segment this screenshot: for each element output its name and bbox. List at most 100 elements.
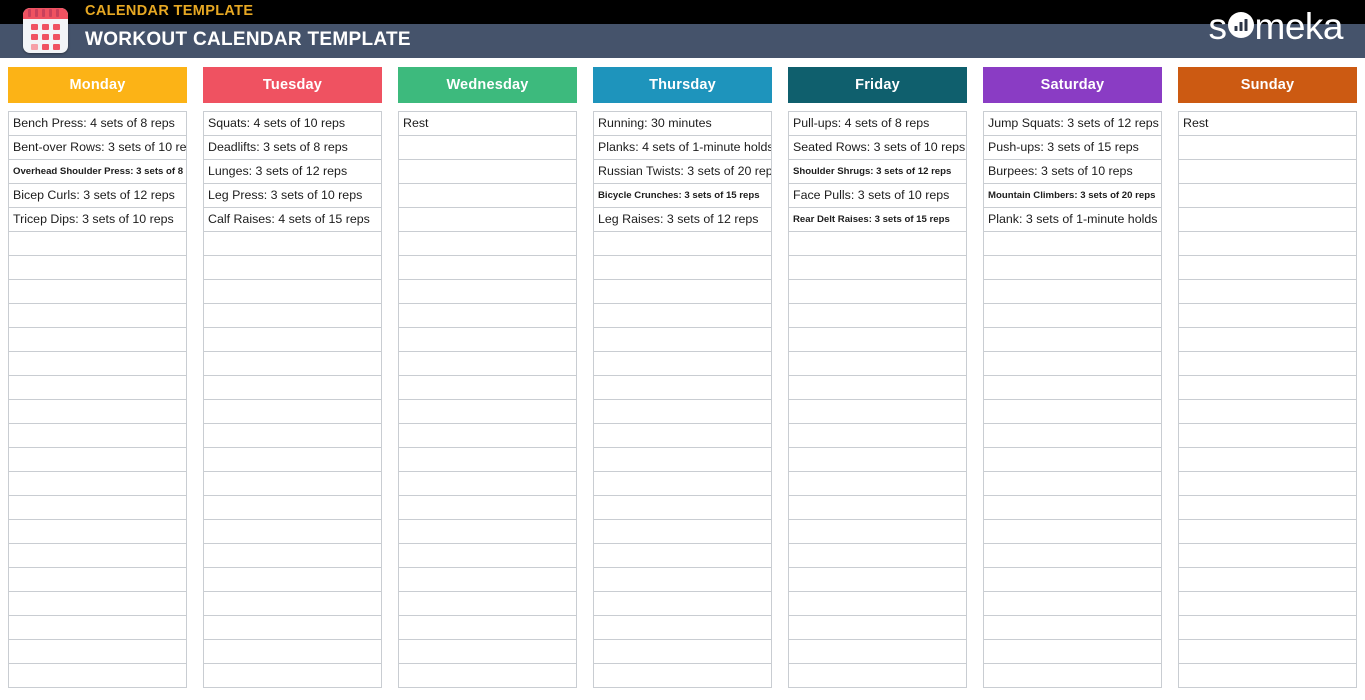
empty-cell[interactable] — [9, 471, 186, 495]
empty-cell[interactable] — [594, 255, 771, 279]
empty-cell[interactable] — [204, 231, 381, 255]
empty-cell[interactable] — [789, 351, 966, 375]
empty-cell[interactable] — [1179, 567, 1356, 591]
workout-entry-cell[interactable]: Rear Delt Raises: 3 sets of 15 reps — [789, 207, 966, 231]
empty-cell[interactable] — [594, 303, 771, 327]
workout-entry-cell[interactable]: Running: 30 minutes — [594, 111, 771, 135]
empty-cell[interactable] — [1179, 495, 1356, 519]
empty-cell[interactable] — [9, 567, 186, 591]
workout-entry-cell[interactable]: Face Pulls: 3 sets of 10 reps — [789, 183, 966, 207]
empty-cell[interactable] — [984, 663, 1161, 687]
empty-cell[interactable] — [1179, 591, 1356, 615]
empty-cell[interactable] — [789, 231, 966, 255]
empty-cell[interactable] — [1179, 375, 1356, 399]
empty-cell[interactable] — [984, 543, 1161, 567]
empty-cell[interactable] — [984, 639, 1161, 663]
empty-cell[interactable] — [984, 399, 1161, 423]
empty-cell[interactable] — [9, 495, 186, 519]
empty-cell[interactable] — [1179, 159, 1356, 183]
day-header-thursday[interactable]: Thursday — [593, 67, 772, 103]
empty-cell[interactable] — [984, 519, 1161, 543]
empty-cell[interactable] — [9, 399, 186, 423]
empty-cell[interactable] — [399, 423, 576, 447]
empty-cell[interactable] — [9, 351, 186, 375]
workout-entry-cell[interactable]: Bench Press: 4 sets of 8 reps — [9, 111, 186, 135]
empty-cell[interactable] — [9, 279, 186, 303]
empty-cell[interactable] — [204, 351, 381, 375]
empty-cell[interactable] — [399, 351, 576, 375]
empty-cell[interactable] — [789, 471, 966, 495]
workout-entry-cell[interactable]: Deadlifts: 3 sets of 8 reps — [204, 135, 381, 159]
workout-entry-cell[interactable]: Seated Rows: 3 sets of 10 reps — [789, 135, 966, 159]
empty-cell[interactable] — [1179, 135, 1356, 159]
empty-cell[interactable] — [399, 639, 576, 663]
empty-cell[interactable] — [1179, 303, 1356, 327]
empty-cell[interactable] — [1179, 543, 1356, 567]
empty-cell[interactable] — [984, 351, 1161, 375]
empty-cell[interactable] — [789, 543, 966, 567]
empty-cell[interactable] — [204, 567, 381, 591]
empty-cell[interactable] — [399, 303, 576, 327]
empty-cell[interactable] — [204, 591, 381, 615]
empty-cell[interactable] — [789, 615, 966, 639]
empty-cell[interactable] — [204, 423, 381, 447]
empty-cell[interactable] — [399, 231, 576, 255]
workout-entry-cell[interactable]: Plank: 3 sets of 1-minute holds — [984, 207, 1161, 231]
empty-cell[interactable] — [399, 615, 576, 639]
empty-cell[interactable] — [1179, 279, 1356, 303]
empty-cell[interactable] — [399, 447, 576, 471]
empty-cell[interactable] — [789, 423, 966, 447]
empty-cell[interactable] — [9, 255, 186, 279]
empty-cell[interactable] — [399, 567, 576, 591]
empty-cell[interactable] — [594, 567, 771, 591]
empty-cell[interactable] — [204, 639, 381, 663]
empty-cell[interactable] — [9, 591, 186, 615]
empty-cell[interactable] — [984, 447, 1161, 471]
workout-entry-cell[interactable]: Leg Raises: 3 sets of 12 reps — [594, 207, 771, 231]
empty-cell[interactable] — [1179, 255, 1356, 279]
workout-entry-cell[interactable]: Russian Twists: 3 sets of 20 reps — [594, 159, 771, 183]
empty-cell[interactable] — [204, 663, 381, 687]
empty-cell[interactable] — [204, 495, 381, 519]
workout-entry-cell[interactable]: Squats: 4 sets of 10 reps — [204, 111, 381, 135]
empty-cell[interactable] — [789, 399, 966, 423]
workout-entry-cell[interactable]: Bicep Curls: 3 sets of 12 reps — [9, 183, 186, 207]
empty-cell[interactable] — [399, 519, 576, 543]
empty-cell[interactable] — [594, 231, 771, 255]
empty-cell[interactable] — [1179, 351, 1356, 375]
empty-cell[interactable] — [204, 615, 381, 639]
empty-cell[interactable] — [9, 519, 186, 543]
empty-cell[interactable] — [9, 303, 186, 327]
empty-cell[interactable] — [594, 495, 771, 519]
empty-cell[interactable] — [204, 255, 381, 279]
empty-cell[interactable] — [594, 519, 771, 543]
empty-cell[interactable] — [204, 327, 381, 351]
empty-cell[interactable] — [984, 279, 1161, 303]
empty-cell[interactable] — [789, 255, 966, 279]
workout-entry-cell[interactable]: Rest — [1179, 111, 1356, 135]
empty-cell[interactable] — [9, 639, 186, 663]
workout-entry-cell[interactable]: Jump Squats: 3 sets of 12 reps — [984, 111, 1161, 135]
workout-entry-cell[interactable]: Planks: 4 sets of 1-minute holds — [594, 135, 771, 159]
empty-cell[interactable] — [399, 183, 576, 207]
empty-cell[interactable] — [789, 519, 966, 543]
workout-entry-cell[interactable]: Calf Raises: 4 sets of 15 reps — [204, 207, 381, 231]
empty-cell[interactable] — [984, 591, 1161, 615]
empty-cell[interactable] — [1179, 639, 1356, 663]
empty-cell[interactable] — [204, 519, 381, 543]
empty-cell[interactable] — [9, 327, 186, 351]
workout-entry-cell[interactable]: Lunges: 3 sets of 12 reps — [204, 159, 381, 183]
workout-entry-cell[interactable]: Tricep Dips: 3 sets of 10 reps — [9, 207, 186, 231]
workout-entry-cell[interactable]: Push-ups: 3 sets of 15 reps — [984, 135, 1161, 159]
empty-cell[interactable] — [1179, 519, 1356, 543]
workout-entry-cell[interactable]: Rest — [399, 111, 576, 135]
empty-cell[interactable] — [1179, 231, 1356, 255]
empty-cell[interactable] — [594, 327, 771, 351]
empty-cell[interactable] — [399, 399, 576, 423]
empty-cell[interactable] — [789, 495, 966, 519]
empty-cell[interactable] — [204, 303, 381, 327]
empty-cell[interactable] — [594, 591, 771, 615]
empty-cell[interactable] — [984, 303, 1161, 327]
empty-cell[interactable] — [1179, 183, 1356, 207]
empty-cell[interactable] — [399, 591, 576, 615]
